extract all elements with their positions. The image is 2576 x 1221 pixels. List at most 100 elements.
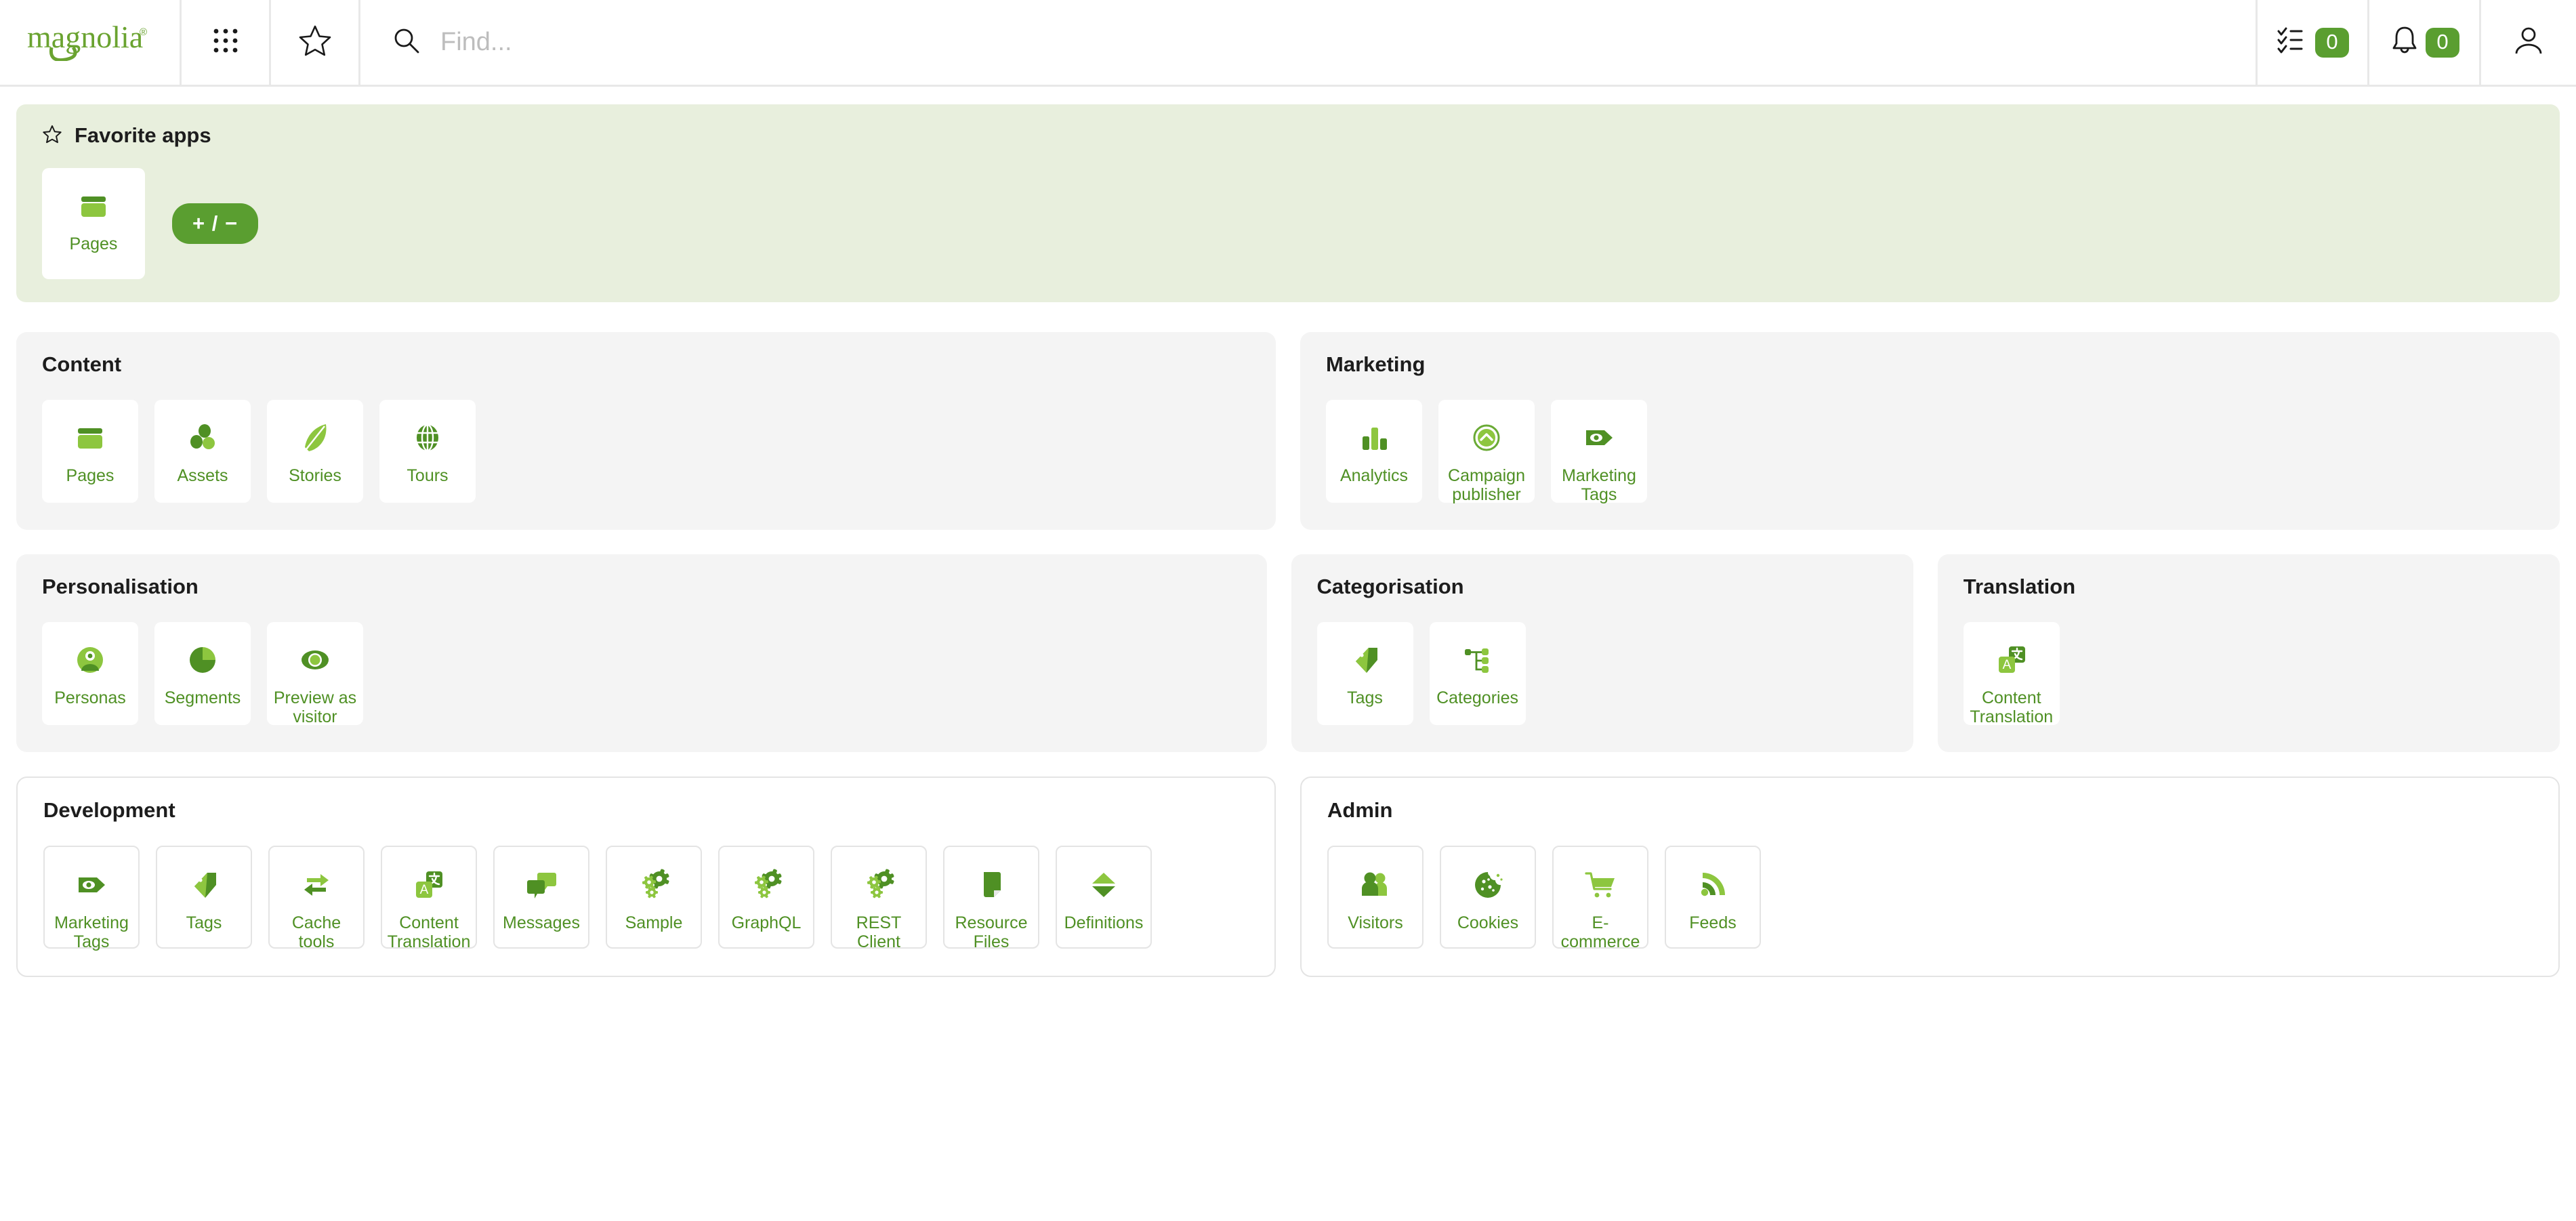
app-tile-resource-files[interactable]: Resource Files xyxy=(943,846,1039,949)
app-tile-rest-client[interactable]: REST Client xyxy=(831,846,927,949)
magnolia-logo[interactable]: magnolia ® xyxy=(0,0,182,85)
group-panel-categorisation: Categorisation Tags xyxy=(1291,554,1913,752)
app-tile-content-translation-dev[interactable]: A Content Translation xyxy=(381,846,477,949)
app-tile-feeds[interactable]: Feeds xyxy=(1665,846,1761,949)
global-search[interactable] xyxy=(360,0,2258,85)
group-apps: Analytics Campaign publisher xyxy=(1326,400,2534,503)
personas-icon xyxy=(71,641,109,679)
user-avatar-icon xyxy=(2512,24,2545,60)
favorite-apps-section: Favorite apps Pages + / − xyxy=(16,104,2560,302)
edit-favorites-button[interactable]: + / − xyxy=(172,203,258,244)
app-tile-tours[interactable]: Tours xyxy=(379,400,476,503)
app-tile-label: Tags xyxy=(184,913,225,932)
group-panel-admin: Admin Visitors xyxy=(1300,777,2560,977)
app-tile-cookies[interactable]: Cookies xyxy=(1440,846,1536,949)
stories-feather-icon xyxy=(296,419,334,457)
pages-icon xyxy=(75,187,112,225)
app-tile-label: Feeds xyxy=(1686,913,1739,932)
app-tile-analytics[interactable]: Analytics xyxy=(1326,400,1422,503)
group-title: Admin xyxy=(1327,798,2533,823)
app-tile-visitors[interactable]: Visitors xyxy=(1327,846,1424,949)
svg-text:magnolia: magnolia xyxy=(27,20,143,54)
app-tile-assets[interactable]: Assets xyxy=(154,400,251,503)
app-tile-tags[interactable]: Tags xyxy=(1317,622,1413,725)
star-icon xyxy=(297,23,333,62)
group-row-2: Personalisation Personas xyxy=(16,554,2560,752)
app-tile-label: Tags xyxy=(1344,688,1386,707)
app-tile-label: Visitors xyxy=(1345,913,1406,932)
app-tile-label: Tours xyxy=(404,466,451,485)
resource-files-icon xyxy=(972,866,1010,904)
app-tile-label: Segments xyxy=(162,688,244,707)
group-title: Personalisation xyxy=(42,575,1241,599)
notifications-button[interactable]: 0 xyxy=(2369,0,2481,85)
app-tile-stories[interactable]: Stories xyxy=(267,400,363,503)
definitions-diamond-icon xyxy=(1085,866,1123,904)
group-title: Development xyxy=(43,798,1249,823)
search-input[interactable] xyxy=(440,28,2256,57)
svg-text:A: A xyxy=(2002,658,2011,672)
app-tile-definitions[interactable]: Definitions xyxy=(1056,846,1152,949)
app-tile-preview-as-visitor[interactable]: Preview as visitor xyxy=(267,622,363,725)
app-tile-categories[interactable]: Categories xyxy=(1430,622,1526,725)
user-menu-button[interactable] xyxy=(2481,0,2576,85)
group-title: Translation xyxy=(1964,575,2534,599)
app-tile-label: Cache tools xyxy=(270,913,363,951)
favorites-button[interactable] xyxy=(271,0,360,85)
marketing-tags-icon xyxy=(1580,419,1618,457)
app-tile-campaign-publisher[interactable]: Campaign publisher xyxy=(1438,400,1535,503)
app-tile-label: Definitions xyxy=(1062,913,1146,932)
segments-pie-icon xyxy=(184,641,222,679)
app-tile-tags-dev[interactable]: Tags xyxy=(156,846,252,949)
favorite-apps-header: Favorite apps xyxy=(42,123,2534,148)
group-title: Content xyxy=(42,352,1250,377)
app-tile-label: Campaign publisher xyxy=(1438,466,1535,504)
categories-tree-icon xyxy=(1459,641,1497,679)
group-panel-content: Content Pages xyxy=(16,332,1276,530)
svg-text:®: ® xyxy=(140,26,147,38)
app-tile-segments[interactable]: Segments xyxy=(154,622,251,725)
app-tile-graphql[interactable]: GraphQL xyxy=(718,846,814,949)
cookies-icon xyxy=(1469,866,1507,904)
app-tile-label: Stories xyxy=(286,466,344,485)
app-tile-ecommerce[interactable]: E-commerce xyxy=(1552,846,1648,949)
analytics-bars-icon xyxy=(1355,419,1393,457)
tasks-button[interactable]: 0 xyxy=(2258,0,2369,85)
app-tile-sample[interactable]: Sample xyxy=(606,846,702,949)
content-translation-icon: A xyxy=(410,866,448,904)
group-apps: Personas Segments xyxy=(42,622,1241,725)
pages-icon xyxy=(71,419,109,457)
group-row-1: Content Pages xyxy=(16,332,2560,530)
app-tile-label: Content Translation xyxy=(382,913,476,951)
app-launcher-button[interactable] xyxy=(182,0,271,85)
group-apps: Tags Categories xyxy=(1317,622,1888,725)
gears-icon xyxy=(635,866,673,904)
group-apps: A Content Translation xyxy=(1964,622,2534,725)
group-title: Categorisation xyxy=(1317,575,1888,599)
app-tile-label: Content Translation xyxy=(1964,688,2060,726)
tag-icon xyxy=(1346,641,1384,679)
app-tile-marketing-tags-dev[interactable]: Marketing Tags xyxy=(43,846,140,949)
app-tile-pages[interactable]: Pages xyxy=(42,400,138,503)
app-tile-label: Assets xyxy=(174,466,230,485)
app-tile-messages[interactable]: Messages xyxy=(493,846,589,949)
app-tile-label: Analytics xyxy=(1337,466,1411,485)
group-title: Marketing xyxy=(1326,352,2534,377)
tasks-checklist-icon xyxy=(2276,25,2310,60)
app-tile-cache-tools[interactable]: Cache tools xyxy=(268,846,365,949)
app-header: magnolia ® xyxy=(0,0,2576,87)
app-tile-label: Resource Files xyxy=(944,913,1038,951)
messages-icon xyxy=(522,866,560,904)
app-tile-personas[interactable]: Personas xyxy=(42,622,138,725)
app-tile-label: Personas xyxy=(51,688,129,707)
preview-eye-icon xyxy=(296,641,334,679)
magnolia-wordmark-icon: magnolia ® xyxy=(26,20,154,64)
feeds-rss-icon xyxy=(1694,866,1732,904)
app-tile-marketing-tags[interactable]: Marketing Tags xyxy=(1551,400,1647,503)
app-tile-content-translation[interactable]: A Content Translation xyxy=(1964,622,2060,725)
favorite-apps-title: Favorite apps xyxy=(75,123,211,148)
app-tile-label: Pages xyxy=(67,234,121,253)
tag-icon xyxy=(185,866,223,904)
app-tile-pages-favorite[interactable]: Pages xyxy=(42,168,145,279)
group-panel-marketing: Marketing Analytics xyxy=(1300,332,2560,530)
